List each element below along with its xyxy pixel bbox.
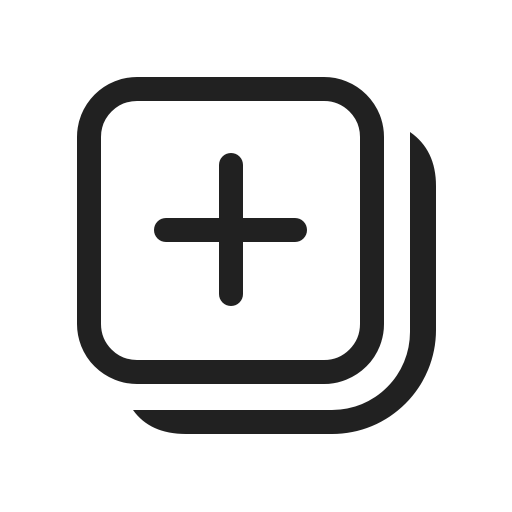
add-square-multiple-icon[interactable] <box>0 0 512 512</box>
back-square-shape <box>133 132 436 434</box>
icon-canvas <box>0 0 512 512</box>
